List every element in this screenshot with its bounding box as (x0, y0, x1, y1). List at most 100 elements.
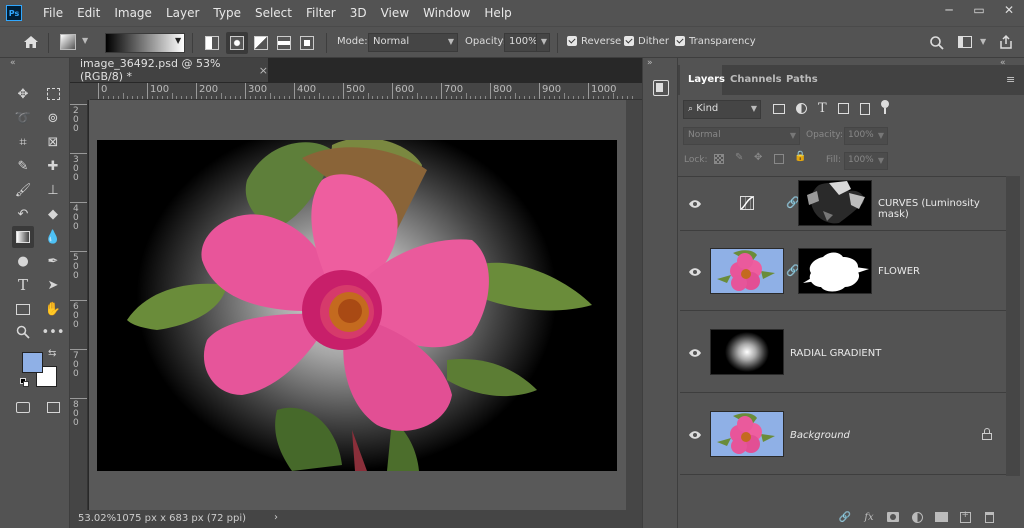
fill-input[interactable]: 100% ▼ (844, 152, 888, 170)
layer-row-curves[interactable]: 🔗 CURVES (Luminosity mask) (680, 177, 1008, 231)
default-colors-icon[interactable] (20, 378, 30, 388)
menu-type[interactable]: Type (206, 0, 248, 26)
layer-style-fx-icon[interactable]: fx (860, 510, 878, 524)
zoom-tool-icon[interactable] (12, 321, 34, 343)
gradient-tool-icon[interactable] (12, 226, 34, 248)
menu-3d[interactable]: 3D (343, 0, 374, 26)
tab-channels[interactable]: Channels (730, 74, 782, 85)
blend-mode-select[interactable]: Normal ▼ (683, 127, 800, 145)
new-layer-icon[interactable]: + (956, 510, 974, 524)
pixel-filter-icon[interactable] (773, 104, 785, 114)
lasso-tool-icon[interactable]: ➰ (12, 107, 34, 129)
collapse-icon[interactable]: « (10, 58, 16, 68)
quick-mask-icon[interactable] (12, 396, 34, 418)
layer-name-flower[interactable]: FLOWER (878, 266, 920, 277)
quick-selection-tool-icon[interactable]: ⊚ (42, 107, 64, 129)
flower-mask-thumbnail[interactable] (798, 248, 872, 294)
menu-help[interactable]: Help (477, 0, 518, 26)
history-panel-icon[interactable] (653, 80, 669, 96)
path-selection-tool-icon[interactable]: ➤ (42, 274, 64, 296)
mask-link-icon[interactable]: 🔗 (786, 196, 800, 212)
foreground-color-swatch[interactable] (22, 352, 43, 373)
eraser-tool-icon[interactable]: ◆ (42, 203, 64, 225)
move-tool-icon[interactable]: ✥ (12, 83, 34, 105)
gradient-tool-preset-icon[interactable] (60, 34, 76, 50)
lock-position-icon[interactable]: ✥ (754, 152, 762, 163)
luminosity-mask-thumbnail[interactable] (798, 180, 872, 226)
frame-tool-icon[interactable]: ⊠ (42, 131, 64, 153)
close-tab-icon[interactable]: × (259, 64, 268, 77)
opacity-input[interactable]: 100% (504, 33, 538, 52)
lock-all-icon[interactable]: 🔒 (794, 151, 806, 162)
transparency-checkbox[interactable] (675, 36, 685, 46)
document-tab[interactable]: image_36492.psd @ 53% (RGB/8) * × (70, 57, 268, 83)
radial-gradient-thumbnail[interactable] (710, 329, 784, 375)
link-layers-icon[interactable]: 🔗 (836, 510, 854, 524)
background-layer-thumbnail[interactable] (710, 411, 784, 457)
diamond-gradient-icon[interactable] (300, 36, 314, 50)
crop-tool-icon[interactable]: ⌗ (12, 131, 34, 153)
healing-brush-tool-icon[interactable]: ✚ (42, 155, 64, 177)
restore-button[interactable]: ▭ (964, 0, 994, 20)
linear-gradient-icon[interactable] (205, 36, 219, 50)
add-mask-icon[interactable] (884, 510, 902, 524)
lock-artboard-icon[interactable] (774, 154, 784, 164)
layer-opacity-input[interactable]: 100% ▼ (844, 127, 888, 145)
type-tool-icon[interactable]: T (12, 274, 34, 296)
menu-image[interactable]: Image (107, 0, 159, 26)
pen-tool-icon[interactable]: ✒ (42, 250, 64, 272)
layer-filter-select[interactable]: ⌕ Kind ▼ (683, 100, 761, 119)
more-tools-icon[interactable]: ••• (42, 321, 65, 343)
chevron-down-icon[interactable]: ▼ (175, 36, 181, 45)
vertical-ruler[interactable]: 2 0 0 3 0 0 4 0 0 5 0 0 6 0 0 7 0 0 8 0 0 (70, 100, 88, 510)
screen-mode-icon[interactable] (42, 396, 64, 418)
document-vertical-scrollbar[interactable] (626, 100, 642, 510)
share-icon[interactable] (998, 34, 1014, 50)
type-filter-icon[interactable]: T (818, 101, 827, 116)
layers-scrollbar[interactable] (1006, 176, 1020, 476)
dither-checkbox[interactable] (624, 36, 634, 46)
chevron-down-icon[interactable]: ▼ (980, 37, 986, 46)
angle-gradient-icon[interactable] (254, 36, 268, 50)
rectangle-tool-icon[interactable] (12, 298, 34, 320)
blur-tool-icon[interactable]: 💧 (42, 226, 64, 248)
status-menu-arrow-icon[interactable]: › (274, 512, 278, 523)
menu-filter[interactable]: Filter (299, 0, 343, 26)
radial-gradient-icon[interactable] (226, 32, 248, 54)
reverse-checkbox[interactable] (567, 36, 577, 46)
zoom-level[interactable]: 53.02% (78, 513, 116, 524)
visibility-eye-icon[interactable] (688, 199, 702, 209)
tab-paths[interactable]: Paths (786, 74, 818, 85)
layer-name-radial-gradient[interactable]: RADIAL GRADIENT (790, 348, 881, 359)
menu-select[interactable]: Select (248, 0, 299, 26)
chevron-down-icon[interactable]: ▼ (82, 36, 88, 45)
close-window-button[interactable]: ✕ (994, 0, 1024, 20)
lock-transparent-icon[interactable] (714, 154, 724, 164)
layer-name-background[interactable]: Background (790, 430, 850, 441)
menu-layer[interactable]: Layer (159, 0, 206, 26)
visibility-eye-icon[interactable] (688, 267, 702, 277)
shape-filter-icon[interactable] (838, 103, 849, 114)
opacity-dropdown[interactable]: ▼ (536, 33, 550, 52)
flower-layer-thumbnail[interactable] (710, 248, 784, 294)
layer-row-background[interactable]: Background (680, 393, 1008, 475)
adjustment-filter-icon[interactable] (796, 103, 807, 114)
menu-edit[interactable]: Edit (70, 0, 107, 26)
marquee-tool-icon[interactable] (42, 83, 64, 105)
menu-view[interactable]: View (374, 0, 416, 26)
smart-object-filter-icon[interactable] (860, 103, 870, 115)
history-brush-tool-icon[interactable]: ↶ (12, 203, 34, 225)
lock-image-icon[interactable]: ✎ (735, 152, 743, 163)
filter-toggle-icon[interactable] (881, 100, 889, 116)
delete-layer-icon[interactable] (980, 510, 998, 524)
home-icon[interactable] (22, 34, 40, 50)
mask-link-icon[interactable]: 🔗 (786, 264, 800, 280)
visibility-eye-icon[interactable] (688, 348, 702, 358)
gradient-picker[interactable] (105, 33, 185, 53)
mode-select[interactable]: Normal ▼ (368, 33, 458, 52)
eyedropper-tool-icon[interactable]: ✎ (12, 155, 34, 177)
clone-stamp-tool-icon[interactable]: ⊥ (42, 179, 64, 201)
minimize-button[interactable]: ─ (934, 0, 964, 20)
collapse-icon[interactable]: » (647, 58, 653, 68)
layer-row-radial-gradient[interactable]: RADIAL GRADIENT (680, 311, 1008, 393)
